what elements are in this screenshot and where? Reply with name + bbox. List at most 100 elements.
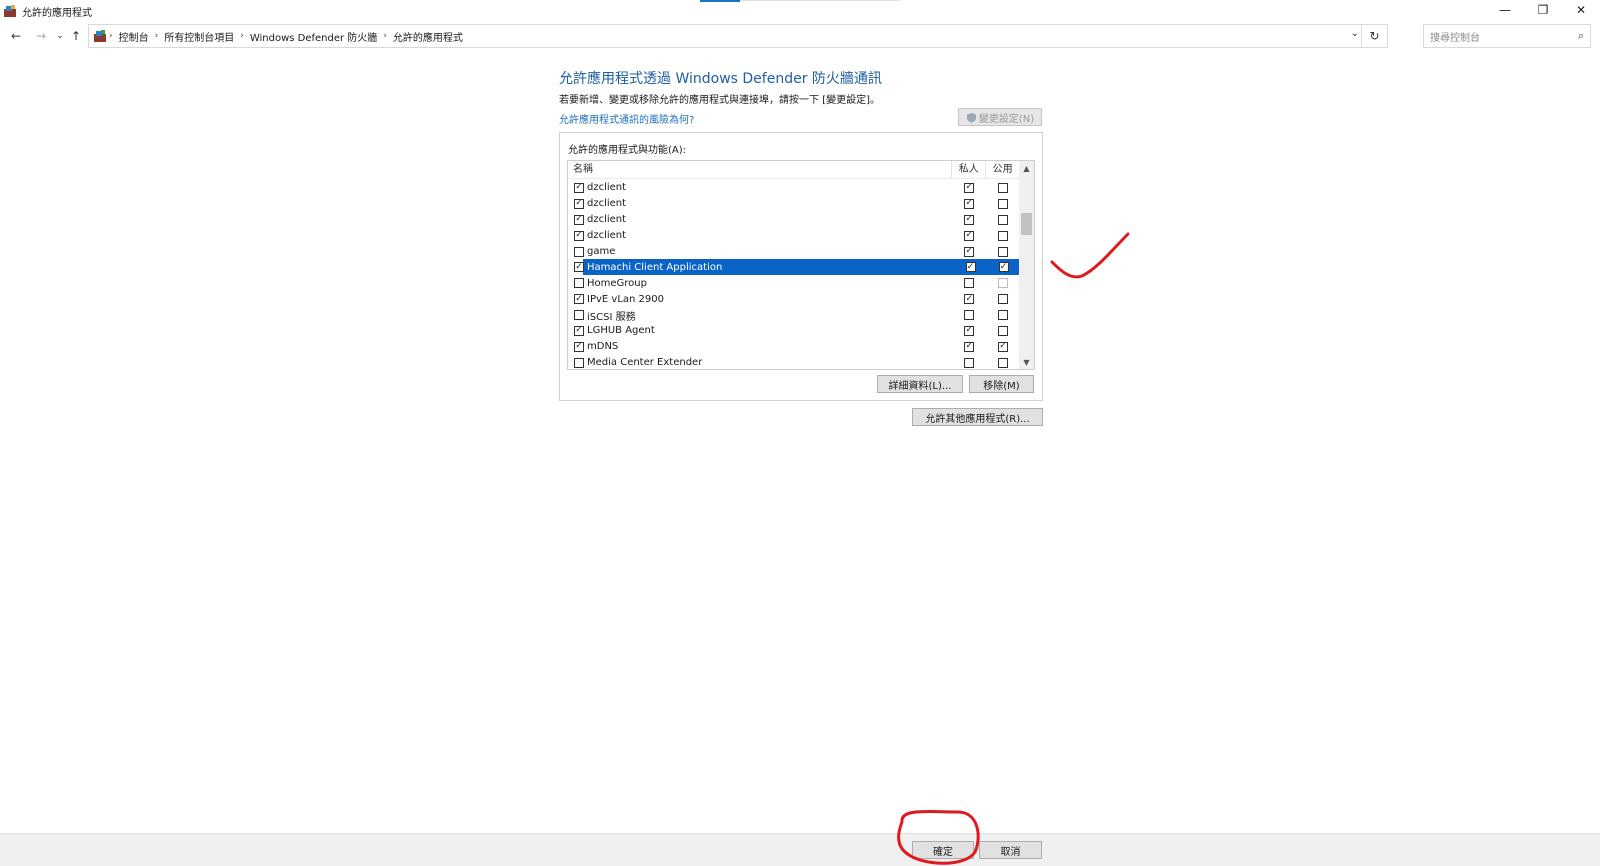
list-item[interactable]: Media Center Extender	[568, 355, 1020, 369]
forward-arrow-icon: →	[35, 29, 47, 43]
allowed-apps-list[interactable]: 名稱 私人 公用 ✓ dzclient ✓ ✓ dzclient ✓ ✓ dzclient ✓ ✓…	[567, 160, 1035, 370]
address-bar[interactable]: › 控制台 › 所有控制台項目 › Windows Defender 防火牆 ›…	[88, 24, 1388, 48]
private-network-checkbox[interactable]: ✓	[964, 198, 975, 209]
close-button[interactable]: ✕	[1562, 0, 1600, 20]
list-item[interactable]: ✓ dzclient ✓	[568, 212, 1020, 228]
public-network-cell	[986, 325, 1020, 336]
list-item[interactable]: game ✓	[568, 244, 1020, 260]
public-network-checkbox[interactable]	[998, 198, 1009, 209]
private-network-cell	[952, 278, 986, 289]
list-item[interactable]: ✓ dzclient ✓	[568, 228, 1020, 244]
public-network-checkbox[interactable]: ✓	[998, 262, 1009, 273]
list-scrollbar[interactable]: ▲ ▼	[1019, 161, 1034, 369]
private-network-checkbox[interactable]	[964, 357, 975, 368]
cancel-button[interactable]: 取消	[979, 841, 1042, 859]
private-network-checkbox[interactable]: ✓	[964, 294, 975, 305]
public-network-checkbox[interactable]: ✓	[998, 341, 1009, 352]
private-network-checkbox[interactable]: ✓	[964, 182, 975, 193]
public-network-checkbox[interactable]	[998, 310, 1009, 321]
list-item[interactable]: ✓ dzclient ✓	[568, 196, 1020, 212]
column-header-private[interactable]: 私人	[952, 161, 987, 178]
allow-other-app-button[interactable]: 允許其他應用程式(R)...	[912, 408, 1043, 426]
chevron-down-icon: ⌄	[56, 31, 64, 41]
uac-shield-icon	[966, 112, 976, 123]
breadcrumb-all-items[interactable]: 所有控制台項目	[164, 29, 234, 44]
private-network-cell: ✓	[952, 182, 986, 193]
up-button[interactable]: ↑	[68, 28, 84, 44]
public-network-cell	[986, 294, 1020, 305]
details-button[interactable]: 詳細資料(L)...	[877, 375, 963, 393]
scroll-down-icon[interactable]: ▼	[1019, 355, 1034, 369]
public-network-checkbox[interactable]	[998, 294, 1009, 305]
navigation-bar: ← → ⌄ ↑ › 控制台 › 所有控制台項目 › Windows Defend…	[0, 24, 1600, 48]
app-enabled-checkbox[interactable]	[574, 357, 584, 368]
public-network-cell	[986, 182, 1020, 193]
list-item[interactable]: HomeGroup	[568, 275, 1020, 291]
list-item[interactable]: ✓ mDNS ✓ ✓	[568, 339, 1020, 355]
change-settings-button[interactable]: 變更設定(N)	[958, 108, 1042, 126]
app-enabled-checkbox[interactable]: ✓	[574, 182, 584, 193]
app-enabled-checkbox[interactable]	[574, 278, 584, 289]
public-network-cell	[986, 230, 1020, 241]
ok-button[interactable]: 確定	[912, 841, 974, 859]
remove-button[interactable]: 移除(M)	[969, 375, 1034, 393]
search-placeholder: 搜尋控制台	[1430, 32, 1480, 44]
breadcrumb-allowed-apps[interactable]: 允許的應用程式	[393, 29, 463, 44]
app-name: LGHUB Agent	[587, 325, 655, 337]
forward-button[interactable]: →	[33, 28, 49, 44]
list-item[interactable]: ✓ dzclient ✓	[568, 180, 1020, 196]
column-header-public[interactable]: 公用	[986, 161, 1021, 178]
private-network-checkbox[interactable]: ✓	[964, 230, 975, 241]
public-network-cell	[986, 310, 1020, 321]
search-input[interactable]: 搜尋控制台 ⌕	[1423, 24, 1591, 48]
title-accent-line	[700, 0, 740, 2]
private-network-checkbox[interactable]	[964, 278, 975, 289]
private-network-checkbox[interactable]: ✓	[964, 341, 975, 352]
restore-button[interactable]: ❐	[1524, 0, 1562, 20]
app-enabled-checkbox[interactable]: ✓	[574, 325, 584, 336]
breadcrumb-control-panel[interactable]: 控制台	[119, 29, 149, 44]
list-item[interactable]: iSCSI 服務	[568, 307, 1020, 323]
private-network-checkbox[interactable]: ✓	[964, 214, 975, 225]
app-name-cell: ✓ dzclient	[568, 230, 952, 241]
private-network-checkbox[interactable]	[964, 310, 975, 321]
refresh-button[interactable]: ↻	[1361, 25, 1387, 47]
app-name-cell: ✓ mDNS	[568, 341, 952, 352]
breadcrumb-separator: ›	[109, 31, 113, 41]
public-network-checkbox[interactable]	[998, 246, 1009, 257]
private-network-checkbox[interactable]: ✓	[964, 246, 975, 257]
breadcrumb-firewall[interactable]: Windows Defender 防火牆	[250, 29, 377, 44]
recent-locations-button[interactable]: ⌄	[52, 28, 68, 44]
public-network-checkbox[interactable]	[998, 357, 1009, 368]
app-enabled-checkbox[interactable]: ✓	[574, 294, 584, 305]
public-network-checkbox[interactable]	[998, 214, 1009, 225]
private-network-cell: ✓	[952, 246, 986, 257]
list-header: 名稱 私人 公用	[568, 161, 1021, 179]
app-enabled-checkbox[interactable]: ✓	[574, 230, 584, 241]
app-name-cell: game	[568, 246, 952, 257]
back-button[interactable]: ←	[8, 28, 24, 44]
private-network-checkbox[interactable]: ✓	[965, 262, 976, 273]
public-network-checkbox[interactable]	[998, 325, 1009, 336]
list-item[interactable]: ✓ IPvE vLan 2900 ✓	[568, 291, 1020, 307]
app-enabled-checkbox[interactable]: ✓	[574, 262, 584, 273]
app-enabled-checkbox[interactable]	[574, 310, 584, 321]
private-network-cell	[952, 357, 986, 368]
app-name: Media Center Extender	[587, 357, 703, 369]
app-enabled-checkbox[interactable]: ✓	[574, 214, 584, 225]
public-network-checkbox[interactable]	[998, 230, 1009, 241]
risk-help-link[interactable]: 允許應用程式通訊的風險為何?	[559, 111, 694, 126]
scroll-up-icon[interactable]: ▲	[1019, 161, 1034, 175]
minimize-button[interactable]: —	[1486, 0, 1524, 20]
private-network-checkbox[interactable]: ✓	[964, 325, 975, 336]
public-network-checkbox[interactable]	[998, 278, 1009, 289]
app-enabled-checkbox[interactable]: ✓	[574, 198, 584, 209]
address-dropdown-icon[interactable]: ⌄	[1351, 28, 1359, 39]
column-header-name[interactable]: 名稱	[568, 161, 953, 178]
list-item[interactable]: ✓ Hamachi Client Application ✓ ✓	[568, 259, 1020, 276]
app-enabled-checkbox[interactable]	[574, 246, 584, 257]
list-item[interactable]: ✓ LGHUB Agent ✓	[568, 323, 1020, 339]
scroll-thumb[interactable]	[1021, 213, 1032, 235]
app-enabled-checkbox[interactable]: ✓	[574, 341, 584, 352]
public-network-checkbox[interactable]	[998, 182, 1009, 193]
